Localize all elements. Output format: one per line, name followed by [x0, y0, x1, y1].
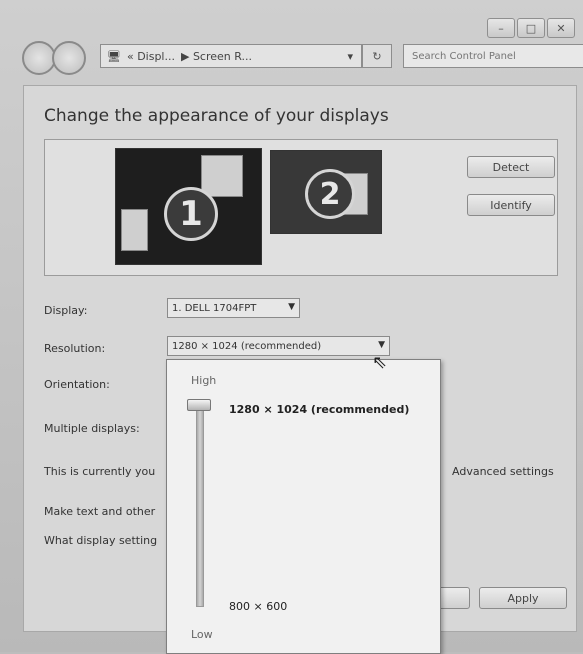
apply-button[interactable]: Apply — [479, 587, 567, 609]
computer-icon: 🖥 — [107, 49, 121, 63]
monitor-number-badge: 1 — [164, 187, 218, 241]
resolution-select[interactable]: 1280 × 1024 (recommended) ▼ — [167, 336, 390, 356]
page-title: Change the appearance of your displays — [44, 106, 389, 126]
resolution-dropdown: High 1280 × 1024 (recommended) 800 × 600… — [166, 359, 441, 654]
detect-button[interactable]: Detect — [467, 156, 555, 178]
back-button[interactable] — [22, 41, 56, 75]
high-label: High — [191, 374, 217, 387]
address-dropdown-icon[interactable]: ▾ — [347, 50, 353, 63]
maximize-button[interactable]: □ — [517, 18, 545, 38]
resolution-slider-thumb[interactable] — [187, 399, 211, 411]
multiple-displays-label: Multiple displays: — [44, 422, 140, 435]
navigation-bar: 🖥 « Displ... ▶ Screen R... ▾ ↻ ⌕ — [18, 40, 583, 78]
refresh-button[interactable]: ↻ — [362, 44, 392, 68]
display-label: Display: — [44, 304, 88, 317]
breadcrumb-item[interactable]: « Displ... — [127, 50, 175, 63]
current-display-text: This is currently you — [44, 465, 156, 478]
chevron-down-icon: ▼ — [288, 302, 295, 312]
advanced-settings-link[interactable]: Advanced settings — [452, 465, 554, 478]
address-bar[interactable]: 🖥 « Displ... ▶ Screen R... ▾ — [100, 44, 362, 68]
resolution-label: Resolution: — [44, 342, 106, 355]
resolution-select-value: 1280 × 1024 (recommended) — [172, 340, 322, 352]
breadcrumb-item[interactable]: ▶ Screen R... — [181, 50, 252, 63]
search-input[interactable] — [410, 49, 574, 63]
display-select[interactable]: 1. DELL 1704FPT ▼ — [167, 298, 300, 318]
orientation-label: Orientation: — [44, 378, 110, 391]
search-box[interactable]: ⌕ — [403, 44, 583, 68]
forward-button[interactable] — [52, 41, 86, 75]
mouse-cursor-icon: ⇖ — [372, 352, 388, 373]
window-thumbnail — [201, 155, 243, 197]
make-text-link[interactable]: Make text and other — [44, 505, 155, 518]
min-resolution: 800 × 600 — [229, 600, 288, 613]
window-thumbnail — [121, 209, 148, 251]
minimize-button[interactable]: – — [487, 18, 515, 38]
display-select-value: 1. DELL 1704FPT — [172, 302, 257, 314]
monitor-2[interactable]: 2 — [270, 150, 382, 234]
identify-button[interactable]: Identify — [467, 194, 555, 216]
monitor-number-badge: 2 — [305, 169, 355, 219]
title-bar: – □ ✕ — [0, 0, 583, 40]
close-button[interactable]: ✕ — [547, 18, 575, 38]
display-settings-link[interactable]: What display setting — [44, 534, 157, 547]
monitor-arrangement: 1 2 Detect Identify — [44, 139, 558, 276]
caption-buttons: – □ ✕ — [487, 18, 575, 38]
control-panel-window: – □ ✕ 🖥 « Displ... ▶ Screen R... ▾ ↻ ⌕ C… — [0, 0, 583, 654]
resolution-slider-track[interactable] — [196, 400, 204, 607]
monitor-1[interactable]: 1 — [115, 148, 262, 265]
chevron-down-icon: ▼ — [378, 340, 385, 350]
low-label: Low — [191, 628, 213, 641]
selected-resolution: 1280 × 1024 (recommended) — [229, 403, 410, 416]
